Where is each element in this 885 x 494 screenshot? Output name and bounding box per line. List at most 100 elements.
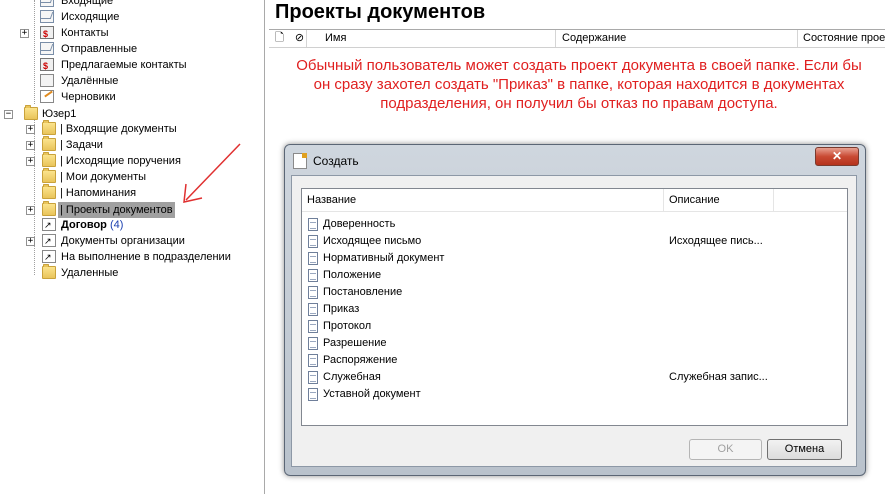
create-dialog: Создать ✕ Название Описание Доверенность… bbox=[284, 144, 866, 476]
tree-item-label: Предлагаемые контакты bbox=[61, 59, 187, 71]
column-header-content[interactable]: Содержание bbox=[558, 30, 798, 47]
list-item[interactable]: Нормативный документ bbox=[302, 250, 847, 267]
expand-icon[interactable]: + bbox=[20, 29, 29, 38]
list-item[interactable]: Разрешение bbox=[302, 335, 847, 352]
org-folder-icon bbox=[42, 249, 56, 265]
document-icon bbox=[308, 286, 318, 299]
tree-line bbox=[34, 0, 35, 104]
arrow-shaft bbox=[185, 143, 241, 201]
list-item[interactable]: Приказ bbox=[302, 301, 847, 318]
folder-icon bbox=[42, 201, 56, 216]
document-icon bbox=[308, 354, 318, 367]
expand-icon[interactable]: + bbox=[26, 125, 35, 134]
shortcut-folder-icon bbox=[42, 217, 56, 233]
folder-icon bbox=[42, 136, 56, 151]
document-icon bbox=[308, 337, 318, 350]
dialog-body: Название Описание Доверенность Исходящее … bbox=[291, 175, 857, 467]
expand-icon[interactable]: + bbox=[26, 141, 35, 150]
tree-item-label: Контакты bbox=[61, 27, 109, 39]
document-icon bbox=[308, 388, 318, 401]
tree-item-label: Отправленные bbox=[61, 43, 138, 55]
mail-icon bbox=[40, 0, 54, 7]
folder-icon bbox=[42, 184, 56, 199]
list-item[interactable]: Уставной документ bbox=[302, 386, 847, 403]
list-item[interactable]: Протокол bbox=[302, 318, 847, 335]
mail-icon bbox=[40, 42, 54, 55]
document-icon bbox=[308, 218, 318, 231]
list-item-name: Уставной документ bbox=[323, 388, 421, 400]
document-icon bbox=[308, 303, 318, 316]
list-item-name: Приказ bbox=[323, 303, 360, 315]
list-item-name: Служебная bbox=[323, 371, 381, 383]
tree-item-text: Договор (4) bbox=[61, 217, 123, 233]
close-button[interactable]: ✕ bbox=[815, 147, 859, 166]
tree-item-label: | Задачи bbox=[60, 139, 103, 151]
list-item[interactable]: Положение bbox=[302, 267, 847, 284]
tree-item-label: Удалённые bbox=[61, 75, 119, 87]
list-item-name: Постановление bbox=[323, 286, 403, 298]
attachment-column-header[interactable]: 🗋 ⊘ bbox=[269, 30, 307, 47]
list-item[interactable]: Доверенность bbox=[302, 216, 847, 233]
expand-icon[interactable]: + bbox=[26, 237, 35, 246]
expand-icon[interactable]: + bbox=[26, 157, 35, 166]
folder-icon bbox=[42, 168, 56, 183]
list-item[interactable]: Постановление bbox=[302, 284, 847, 301]
folder-icon bbox=[24, 105, 38, 120]
list-item[interactable]: Служебная Служебная запис... bbox=[302, 369, 847, 386]
tree-item-label: | Мои документы bbox=[60, 171, 147, 183]
document-icon bbox=[308, 371, 318, 384]
collapse-icon[interactable]: − bbox=[4, 110, 13, 119]
tree-item-label: Черновики bbox=[61, 91, 116, 103]
tree-item-label: Удаленные bbox=[61, 267, 119, 279]
new-document-icon bbox=[293, 153, 307, 169]
drafts-icon bbox=[40, 90, 54, 103]
list-item[interactable]: Исходящее письмо Исходящее пись... bbox=[302, 233, 847, 250]
dialog-title: Создать bbox=[313, 154, 359, 168]
tree-item-label: Исходящие bbox=[61, 11, 120, 23]
column-header-description[interactable]: Описание bbox=[664, 189, 774, 211]
document-icon bbox=[308, 252, 318, 265]
tree-item-label: Документы организации bbox=[61, 235, 185, 247]
tree-item-label: На выполнение в подразделении bbox=[61, 251, 231, 263]
grid-header: 🗋 ⊘ Имя Содержание Состояние прое bbox=[269, 29, 885, 48]
page-title: Проекты документов bbox=[275, 1, 486, 23]
folder-icon bbox=[42, 152, 56, 167]
document-icon: 🗋 bbox=[275, 32, 284, 44]
org-folder-icon bbox=[42, 233, 56, 249]
document-type-list[interactable]: Название Описание Доверенность Исходящее … bbox=[301, 188, 848, 426]
list-item-name: Нормативный документ bbox=[323, 252, 445, 264]
list-item-name: Положение bbox=[323, 269, 382, 281]
folder-icon bbox=[42, 120, 56, 135]
annotation-arrow bbox=[183, 143, 241, 203]
folder-icon bbox=[42, 264, 56, 279]
document-icon bbox=[308, 269, 318, 282]
list-item[interactable]: Распоряжение bbox=[302, 352, 847, 369]
deleted-icon bbox=[40, 74, 54, 87]
tree-item-label: | Напоминания bbox=[60, 187, 137, 199]
tree-item-label: Договор bbox=[61, 219, 107, 231]
list-item-description: Исходящее пись... bbox=[669, 235, 763, 247]
tree-item-label: | Проекты документов bbox=[58, 202, 175, 218]
list-item-name: Распоряжение bbox=[323, 354, 398, 366]
cancel-button[interactable]: Отмена bbox=[767, 439, 842, 460]
unread-count: (4) bbox=[109, 219, 124, 231]
list-item-description: Служебная запис... bbox=[669, 371, 768, 383]
list-item-name: Разрешение bbox=[323, 337, 387, 349]
tree-item-label: | Входящие документы bbox=[60, 123, 177, 135]
document-icon bbox=[308, 320, 318, 333]
mail-icon bbox=[40, 10, 54, 23]
column-header-title[interactable]: Название bbox=[302, 189, 664, 211]
annotation-note: Обычный пользователь может создать проек… bbox=[296, 57, 862, 112]
tree-item-label: | Исходящие поручения bbox=[60, 155, 181, 167]
column-header-state[interactable]: Состояние прое bbox=[799, 30, 885, 47]
contacts-icon bbox=[40, 26, 54, 42]
column-header-name[interactable]: Имя bbox=[321, 30, 556, 47]
tree-item-label: Входящие bbox=[61, 0, 114, 7]
list-item-name: Исходящее письмо bbox=[323, 235, 422, 247]
ok-button[interactable]: OK bbox=[689, 439, 762, 460]
folder-tree[interactable]: Входящие Исходящие + Контакты Отправленн… bbox=[0, 0, 265, 494]
list-header: Название Описание bbox=[302, 189, 847, 212]
expand-icon[interactable]: + bbox=[26, 206, 35, 215]
list-item-name: Протокол bbox=[323, 320, 372, 332]
document-icon bbox=[308, 235, 318, 248]
